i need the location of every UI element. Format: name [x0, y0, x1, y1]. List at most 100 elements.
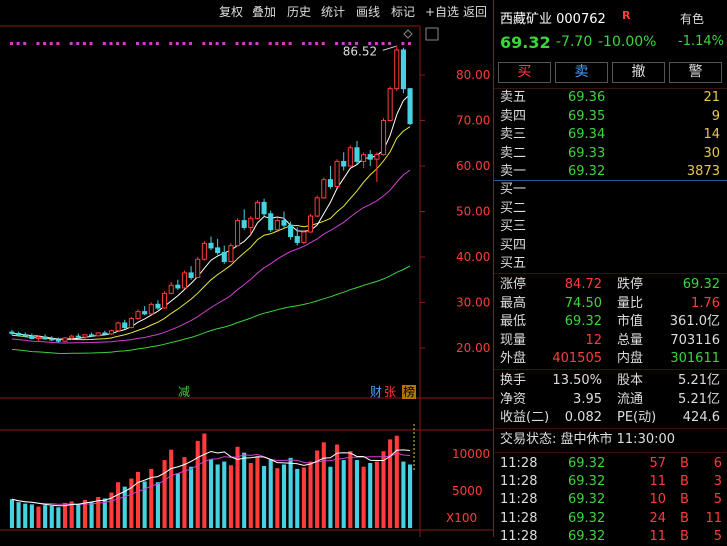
- signal-dot: [215, 42, 219, 45]
- candle-body: [341, 160, 347, 167]
- cancel-order-button[interactable]: 撤: [612, 62, 665, 83]
- toolbar-lishi[interactable]: 历史: [287, 3, 311, 21]
- volume-bar: [248, 463, 253, 528]
- candle-body: [321, 179, 327, 199]
- toolbar-tongji[interactable]: 统计: [321, 3, 345, 21]
- tick-row[interactable]: 11:28 69.32 11 B 3: [494, 473, 727, 491]
- ask-label: 卖四: [500, 108, 527, 124]
- divider: [494, 369, 727, 370]
- toolbar-fuquan[interactable]: 复权: [219, 3, 243, 21]
- bid-row: 买五: [494, 255, 727, 273]
- signal-dot: [142, 42, 146, 45]
- signal-dot: [82, 42, 86, 45]
- ask-label: 卖一: [500, 164, 527, 179]
- toolbar-diejia[interactable]: 叠加: [252, 3, 276, 21]
- stats-row: 最高 74.50 量比 1.76: [494, 295, 727, 313]
- tick-price: 69.32: [568, 510, 606, 526]
- signal-dot: [255, 42, 259, 45]
- stat-label: 涨停: [500, 277, 527, 292]
- ask-price: 69.33: [568, 145, 606, 161]
- tick-volume: 24: [649, 510, 666, 526]
- candle-body: [208, 242, 214, 249]
- volume-bar: [368, 463, 373, 528]
- volume-bar: [401, 461, 406, 528]
- ask-label: 卖二: [500, 145, 527, 161]
- signal-dot: [56, 42, 60, 45]
- tick-row[interactable]: 11:28 69.32 10 B 5: [494, 491, 727, 509]
- volume-bar: [122, 486, 127, 528]
- candle-body: [35, 336, 42, 339]
- candle-body: [82, 334, 88, 338]
- volume-bar: [388, 439, 393, 528]
- volume-bar: [49, 505, 54, 528]
- bid-row: 买四: [494, 237, 727, 255]
- candle-body: [354, 147, 360, 162]
- volume-bar: [62, 502, 68, 528]
- candle-body: [374, 154, 380, 160]
- toolbar-huaxian[interactable]: 画线: [356, 3, 380, 21]
- stat-label: 股本: [617, 373, 644, 388]
- toolbar-add-watchlist[interactable]: +自选: [425, 3, 459, 21]
- volume-bar: [288, 457, 293, 528]
- candle-body: [281, 220, 287, 226]
- ask-volume: 3873: [686, 164, 720, 179]
- volume-bar: [89, 502, 94, 528]
- signal-dot: [335, 42, 339, 45]
- volume-bar: [308, 461, 313, 528]
- ask-volume: 21: [703, 90, 720, 105]
- candle-body: [62, 337, 68, 342]
- kline-chart-area[interactable]: 80.00 70.00 60.00 50.00 40.00 30.00 20.00 86.52…: [0, 0, 493, 537]
- signal-dot: [122, 42, 126, 45]
- toolbar-back[interactable]: 返回: [463, 3, 487, 21]
- marker-jian: 减: [178, 385, 190, 399]
- quote-panel: 西藏矿业 000762 R 有色 69.32 -7.70 -10.00% -1.…: [493, 0, 727, 544]
- candle-body: [334, 160, 340, 187]
- stat-label: 外盘: [500, 351, 527, 366]
- bid-row: 买二: [494, 200, 727, 218]
- candle-body: [175, 284, 181, 289]
- tick-row[interactable]: 11:28 69.32 57 B 6: [494, 455, 727, 473]
- signal-dot: [43, 42, 47, 45]
- stat-label: 内盘: [617, 351, 644, 366]
- kline-chart[interactable]: 80.00 70.00 60.00 50.00 40.00 30.00 20.00 86.52…: [0, 0, 493, 537]
- ask-price: 69.32: [568, 164, 606, 179]
- sell-button[interactable]: 卖: [555, 62, 608, 83]
- stats-row: 涨停 84.72 跌停 69.32: [494, 276, 727, 294]
- chart-corner-box: [425, 27, 439, 41]
- price-tick-label: 60.00: [456, 159, 490, 173]
- candle-body: [102, 332, 108, 335]
- stats-row: 外盘 401505 内盘 301611: [494, 350, 727, 368]
- bid-label: 买四: [500, 237, 527, 253]
- candle-body: [22, 334, 28, 337]
- marker-bang: 榜: [403, 384, 415, 399]
- ask-row: 卖四 69.35 9: [494, 108, 727, 126]
- toolbar-biaoji[interactable]: 标记: [391, 3, 415, 21]
- candle-body: [49, 338, 55, 341]
- tick-side: B: [680, 456, 689, 471]
- tick-count: 5: [713, 492, 722, 508]
- ask-price: 69.35: [568, 108, 606, 124]
- signal-dot: [401, 42, 405, 45]
- volume-bar: [348, 451, 353, 528]
- candle-body: [394, 49, 400, 90]
- candle-body: [241, 220, 247, 228]
- sector-name[interactable]: 有色: [680, 10, 704, 27]
- volume-bar: [169, 449, 174, 528]
- candle-body: [294, 236, 300, 243]
- max-price-pointer: [382, 45, 396, 51]
- signal-dot: [102, 42, 106, 45]
- ask-price: 69.34: [568, 127, 606, 142]
- signal-dot: [209, 42, 212, 45]
- candle-body: [380, 120, 387, 156]
- buy-button[interactable]: 买: [498, 62, 551, 83]
- tick-count: 11: [705, 510, 722, 526]
- alert-button[interactable]: 警: [669, 62, 722, 83]
- ask-label: 卖五: [500, 90, 527, 105]
- volume-bar: [69, 501, 74, 528]
- tick-row[interactable]: 11:28 69.32 24 B 11: [494, 510, 727, 528]
- signal-dot: [202, 42, 206, 45]
- signal-dot: [268, 42, 272, 45]
- stat-label: 换手: [500, 373, 527, 388]
- stat-label: 净资: [500, 391, 527, 407]
- volume-bar: [374, 461, 379, 528]
